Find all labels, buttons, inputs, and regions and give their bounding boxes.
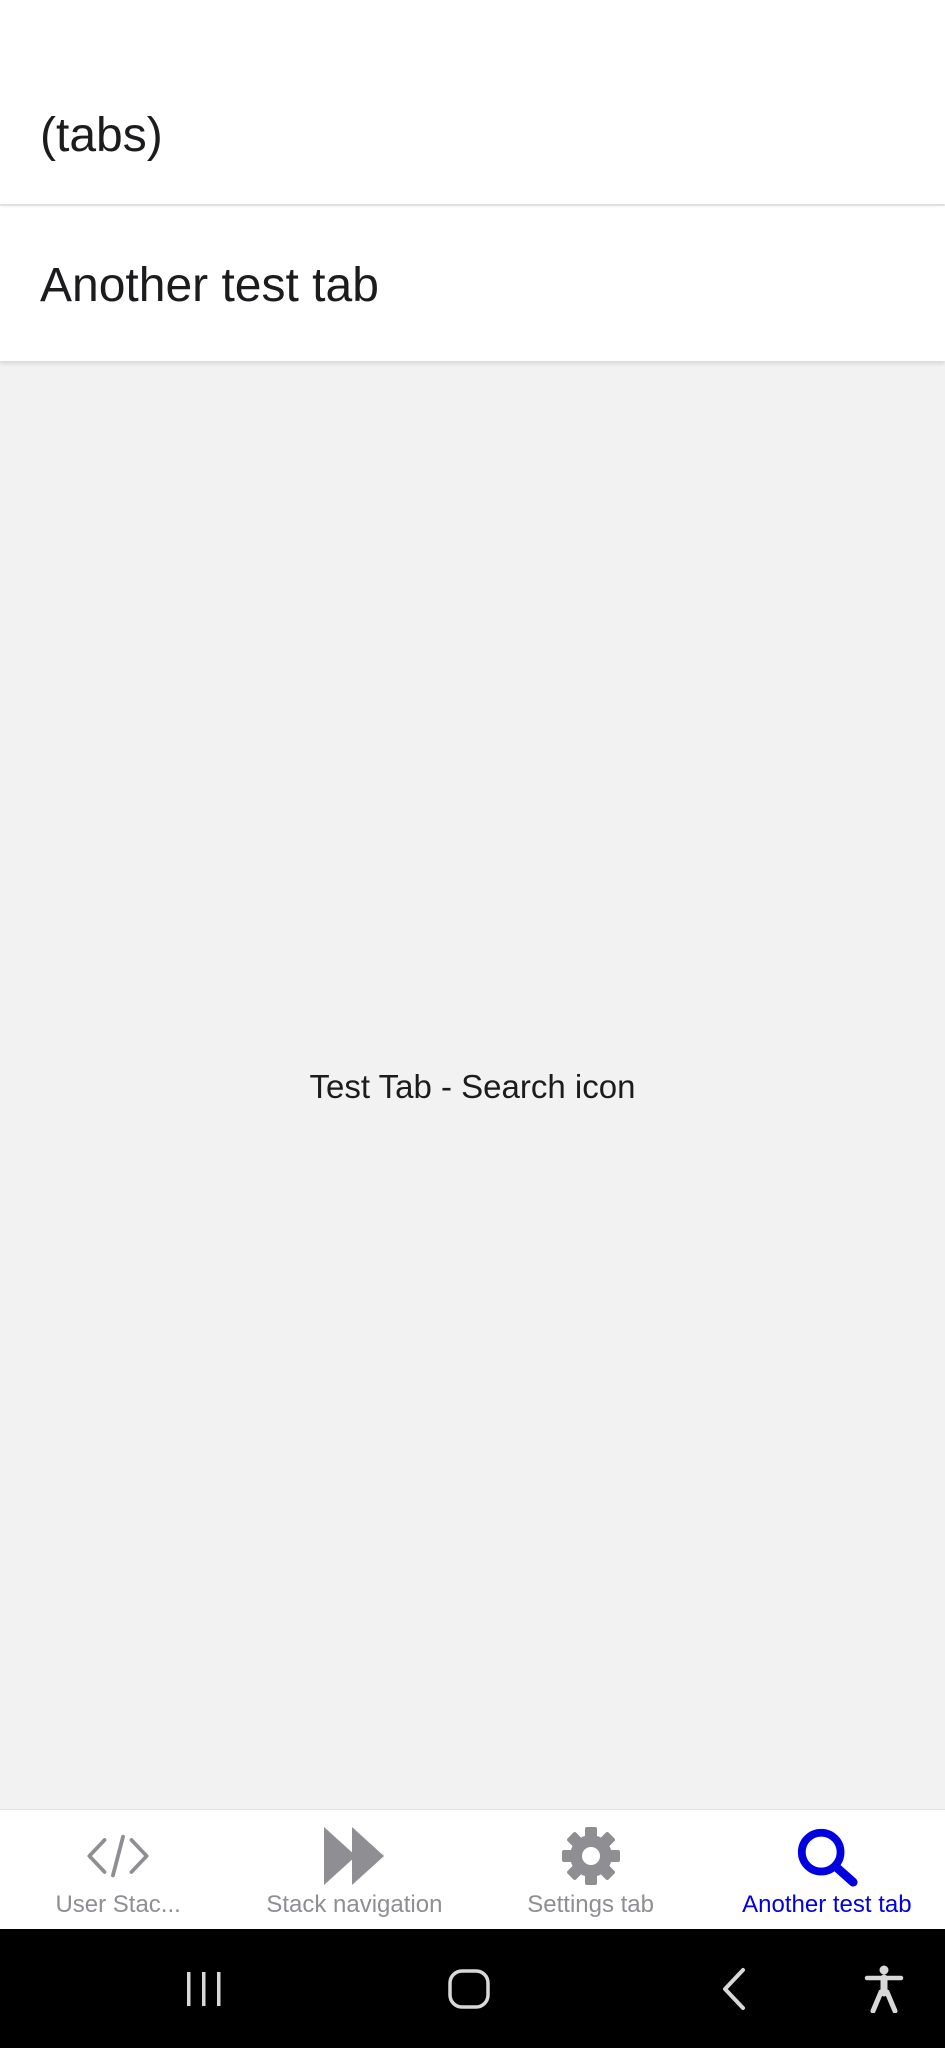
accessibility-icon xyxy=(864,1965,904,2013)
tab-label: Settings tab xyxy=(527,1891,654,1918)
tab-label: User Stac... xyxy=(55,1891,181,1918)
accessibility-button[interactable] xyxy=(844,1929,924,2048)
app-screen: (tabs) Another test tab Test Tab - Searc… xyxy=(0,0,945,2048)
back-icon xyxy=(723,1967,745,2010)
outer-header-title: (tabs) xyxy=(40,109,163,162)
home-icon xyxy=(448,1968,490,2009)
back-button[interactable] xyxy=(684,1929,784,2048)
code-icon xyxy=(86,1824,150,1888)
screen-title: Another test tab xyxy=(40,259,379,312)
tab-settings[interactable]: Settings tab xyxy=(473,1810,709,1930)
gear-icon xyxy=(559,1824,623,1888)
tab-another-test[interactable]: Another test tab xyxy=(709,1810,945,1930)
bottom-tab-bar: User Stac... Stack navigation Settings t… xyxy=(0,1809,945,1930)
search-icon xyxy=(795,1824,859,1888)
tab-label: Another test tab xyxy=(742,1891,912,1918)
system-navigation-bar xyxy=(0,1929,945,2048)
fast-forward-icon xyxy=(322,1824,386,1888)
tab-user-stack[interactable]: User Stac... xyxy=(0,1810,236,1930)
tab-label: Stack navigation xyxy=(266,1891,443,1918)
outer-header: (tabs) xyxy=(0,0,945,204)
home-button[interactable] xyxy=(419,1929,519,2048)
recent-apps-button[interactable] xyxy=(154,1929,254,2048)
tab-content: Test Tab - Search icon xyxy=(0,361,945,1809)
tab-stack-navigation[interactable]: Stack navigation xyxy=(236,1810,472,1930)
content-text: Test Tab - Search icon xyxy=(309,1068,636,1105)
recent-apps-icon xyxy=(187,1971,221,2006)
screen-header: Another test tab xyxy=(0,206,945,361)
